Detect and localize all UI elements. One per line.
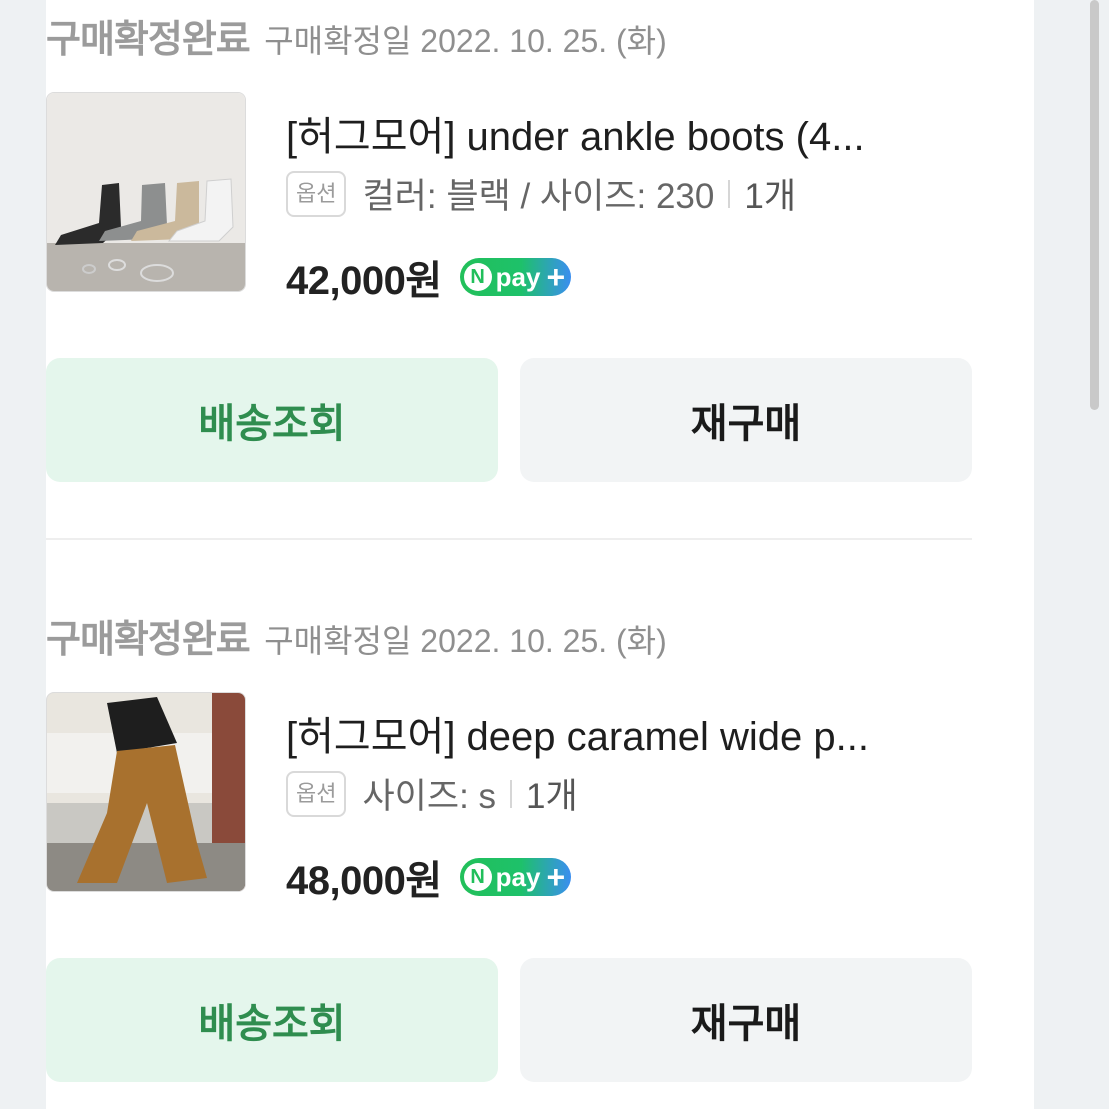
product-thumbnail[interactable] bbox=[46, 92, 246, 292]
product-title[interactable]: [허그모어] deep caramel wide p... bbox=[286, 704, 952, 762]
scrollbar[interactable] bbox=[1090, 0, 1099, 410]
npay-label: pay bbox=[495, 261, 541, 292]
confirm-date: 구매확정일 2022. 10. 25. (화) bbox=[264, 623, 667, 659]
option-badge: 옵션 bbox=[286, 770, 347, 817]
order-status: 구매확정완료 bbox=[46, 19, 251, 61]
option-text: 컬러: 블랙 / 사이즈: 230 bbox=[362, 177, 715, 216]
order-status-line: 구매확정완료 구매확정일 2022. 10. 25. (화) bbox=[46, 8, 667, 63]
order-separator bbox=[46, 538, 972, 540]
price-row: 42,000원 N pay + bbox=[286, 248, 572, 306]
order-status-line: 구매확정완료 구매확정일 2022. 10. 25. (화) bbox=[46, 608, 667, 663]
track-delivery-button[interactable]: 배송조회 bbox=[46, 358, 498, 482]
naver-n-icon: N bbox=[463, 263, 492, 291]
product-title[interactable]: [허그모어] under ankle boots (4... bbox=[286, 104, 952, 162]
confirm-date: 구매확정일 2022. 10. 25. (화) bbox=[264, 23, 667, 59]
npay-plus-badge: N pay + bbox=[459, 858, 572, 896]
rebuy-button[interactable]: 재구매 bbox=[520, 358, 972, 482]
option-row: 옵션 사이즈: s 1개 bbox=[286, 768, 578, 819]
divider bbox=[510, 779, 513, 808]
pants-photo bbox=[47, 693, 245, 891]
plus-icon: + bbox=[546, 259, 566, 295]
plus-icon: + bbox=[546, 859, 566, 895]
price: 42,000원 bbox=[286, 259, 442, 303]
product-thumbnail[interactable] bbox=[46, 692, 246, 892]
option-badge: 옵션 bbox=[286, 170, 347, 217]
price-row: 48,000원 N pay + bbox=[286, 848, 572, 906]
order-status: 구매확정완료 bbox=[46, 619, 251, 661]
track-delivery-button[interactable]: 배송조회 bbox=[46, 958, 498, 1082]
option-row: 옵션 컬러: 블랙 / 사이즈: 230 1개 bbox=[286, 168, 796, 219]
rebuy-button[interactable]: 재구매 bbox=[520, 958, 972, 1082]
npay-label: pay bbox=[495, 861, 541, 892]
divider bbox=[728, 179, 731, 208]
boots-photo bbox=[47, 93, 245, 291]
naver-n-icon: N bbox=[463, 863, 492, 891]
price: 48,000원 bbox=[286, 859, 442, 903]
option-text: 사이즈: s bbox=[362, 777, 497, 816]
quantity: 1개 bbox=[526, 777, 578, 816]
npay-plus-badge: N pay + bbox=[459, 258, 572, 296]
quantity: 1개 bbox=[744, 177, 797, 216]
